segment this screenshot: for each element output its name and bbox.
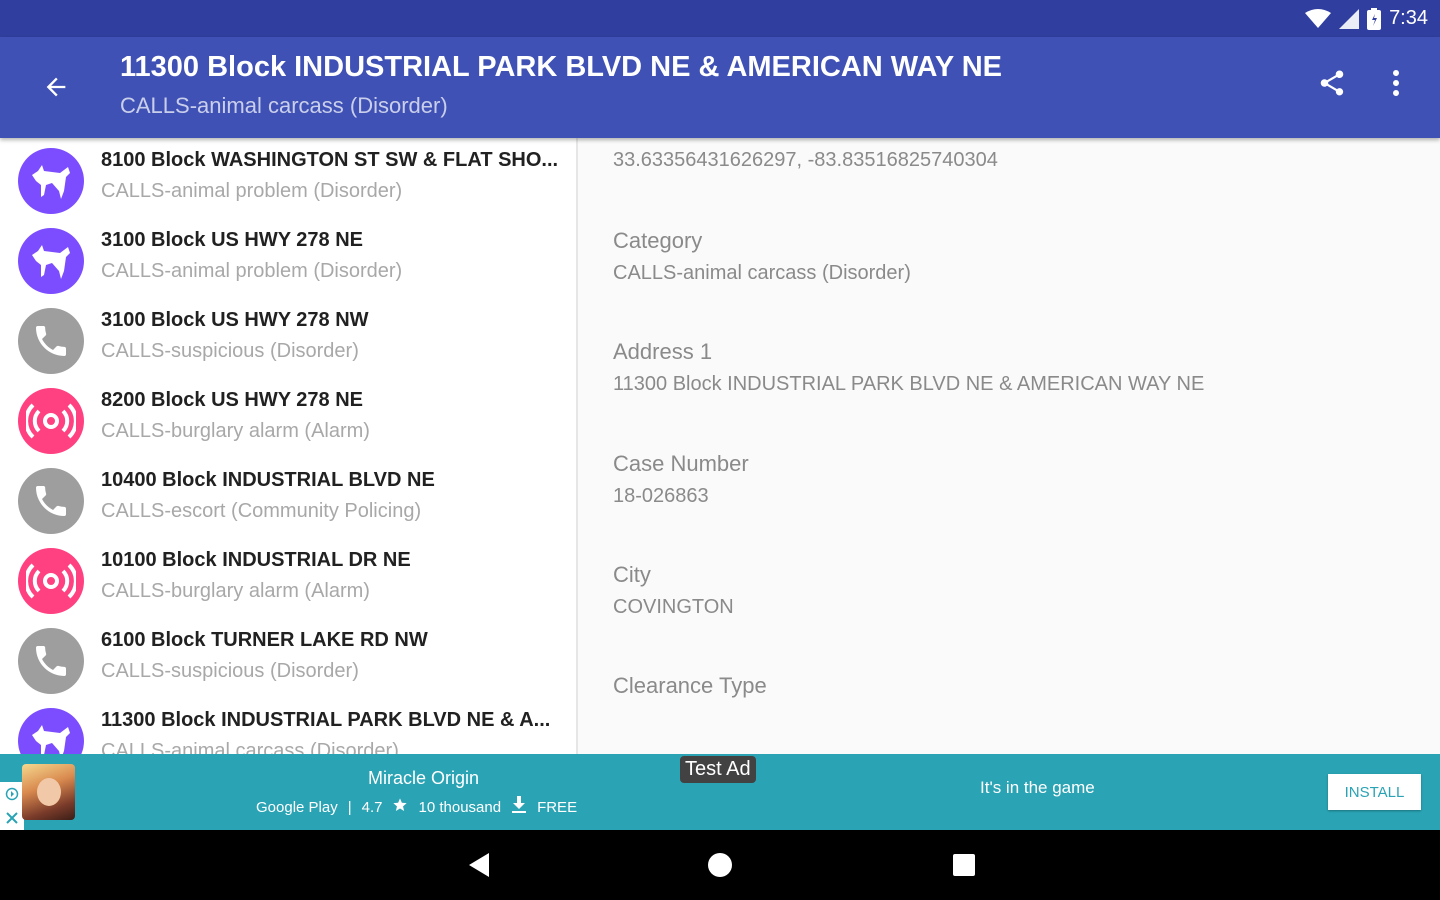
ad-store: Google Play bbox=[256, 798, 338, 816]
list-item-title: 3100 Block US HWY 278 NE bbox=[101, 229, 363, 251]
list-item-subtitle: CALLS-suspicious (Disorder) bbox=[101, 340, 359, 362]
coordinates-value: 33.63356431626297, -83.83516825740304 bbox=[613, 149, 998, 171]
list-item[interactable]: 11300 Block INDUSTRIAL PARK BLVD NE & A.… bbox=[0, 698, 576, 754]
incident-detail[interactable]: 33.63356431626297, -83.83516825740304 Ca… bbox=[580, 138, 1440, 754]
list-item-title: 11300 Block INDUSTRIAL PARK BLVD NE & A.… bbox=[101, 709, 551, 731]
list-item-subtitle: CALLS-burglary alarm (Alarm) bbox=[101, 420, 370, 442]
list-item[interactable]: 6100 Block TURNER LAKE RD NW CALLS-suspi… bbox=[0, 618, 576, 698]
city-field: City COVINGTON bbox=[613, 562, 734, 619]
star-icon bbox=[392, 797, 408, 817]
ad-price: FREE bbox=[537, 798, 578, 816]
alarm-icon bbox=[18, 548, 84, 614]
share-icon[interactable] bbox=[1312, 63, 1352, 103]
install-button[interactable]: INSTALL bbox=[1328, 774, 1421, 810]
clearance-type-field: Clearance Type bbox=[613, 673, 767, 707]
address-field: Address 1 11300 Block INDUSTRIAL PARK BL… bbox=[613, 339, 1204, 396]
adchoices-icon[interactable] bbox=[0, 782, 24, 830]
list-item-title: 10400 Block INDUSTRIAL BLVD NE bbox=[101, 469, 435, 491]
list-item-subtitle: CALLS-animal carcass (Disorder) bbox=[101, 740, 399, 754]
signal-icon bbox=[1339, 8, 1360, 29]
animal-icon bbox=[18, 228, 84, 294]
list-item-title: 8100 Block WASHINGTON ST SW & FLAT SHO..… bbox=[101, 149, 559, 171]
list-item[interactable]: 3100 Block US HWY 278 NE CALLS-animal pr… bbox=[0, 218, 576, 298]
system-nav-bar bbox=[0, 830, 1440, 900]
field-value: COVINGTON bbox=[613, 596, 734, 618]
list-item-title: 6100 Block TURNER LAKE RD NW bbox=[101, 629, 428, 651]
status-time: 7:34 bbox=[1389, 7, 1428, 29]
field-value: 11300 Block INDUSTRIAL PARK BLVD NE & AM… bbox=[613, 373, 1205, 395]
list-item[interactable]: 10400 Block INDUSTRIAL BLVD NE CALLS-esc… bbox=[0, 458, 576, 538]
field-value: 18-026863 bbox=[613, 485, 709, 507]
battery-icon bbox=[1367, 7, 1382, 30]
nav-home-icon[interactable] bbox=[703, 848, 737, 882]
list-item-title: 3100 Block US HWY 278 NW bbox=[101, 309, 369, 331]
list-item[interactable]: 8100 Block WASHINGTON ST SW & FLAT SHO..… bbox=[0, 138, 576, 218]
coordinates-field: 33.63356431626297, -83.83516825740304 bbox=[613, 149, 998, 172]
test-ad-badge: Test Ad bbox=[680, 756, 756, 783]
field-value: CALLS-animal carcass (Disorder) bbox=[613, 262, 911, 284]
list-item[interactable]: 10100 Block INDUSTRIAL DR NE CALLS-burgl… bbox=[0, 538, 576, 618]
nav-back-icon[interactable] bbox=[462, 848, 496, 882]
list-item-subtitle: CALLS-burglary alarm (Alarm) bbox=[101, 580, 370, 602]
ad-app-thumbnail[interactable] bbox=[22, 764, 75, 820]
list-item[interactable]: 3100 Block US HWY 278 NW CALLS-suspiciou… bbox=[0, 298, 576, 378]
ad-app-name[interactable]: Miracle Origin bbox=[368, 768, 479, 789]
field-label: Clearance Type bbox=[613, 673, 767, 698]
incident-list[interactable]: 8100 Block WASHINGTON ST SW & FLAT SHO..… bbox=[0, 138, 578, 754]
ad-banner[interactable]: Miracle Origin Google Play | 4.7 10 thou… bbox=[0, 754, 1440, 830]
app-bar: 11300 Block INDUSTRIAL PARK BLVD NE & AM… bbox=[0, 37, 1440, 138]
ad-downloads: 10 thousand bbox=[418, 798, 502, 816]
list-item-title: 10100 Block INDUSTRIAL DR NE bbox=[101, 549, 411, 571]
wifi-icon bbox=[1305, 8, 1332, 29]
divider: | bbox=[347, 798, 352, 816]
ad-tagline: It's in the game bbox=[980, 778, 1095, 797]
field-label: Address 1 bbox=[613, 339, 713, 364]
list-item-subtitle: CALLS-animal problem (Disorder) bbox=[101, 260, 403, 282]
phone-icon bbox=[18, 628, 84, 694]
page-subtitle: CALLS-animal carcass (Disorder) bbox=[120, 93, 448, 118]
ad-app-meta: Google Play | 4.7 10 thousand FREE bbox=[256, 796, 587, 818]
list-item-subtitle: CALLS-animal problem (Disorder) bbox=[101, 180, 403, 202]
phone-icon bbox=[18, 308, 84, 374]
list-item-subtitle: CALLS-escort (Community Policing) bbox=[101, 500, 422, 522]
list-item-title: 8200 Block US HWY 278 NE bbox=[101, 389, 363, 411]
back-arrow-icon[interactable] bbox=[36, 67, 76, 107]
category-field: Category CALLS-animal carcass (Disorder) bbox=[613, 228, 911, 285]
field-label: Category bbox=[613, 228, 703, 253]
animal-icon bbox=[18, 148, 84, 214]
ad-rating: 4.7 bbox=[361, 798, 383, 816]
page-title: 11300 Block INDUSTRIAL PARK BLVD NE & AM… bbox=[120, 51, 1002, 83]
phone-icon bbox=[18, 468, 84, 534]
download-icon bbox=[511, 796, 527, 818]
list-item[interactable]: 8200 Block US HWY 278 NE CALLS-burglary … bbox=[0, 378, 576, 458]
list-item-subtitle: CALLS-suspicious (Disorder) bbox=[101, 660, 359, 682]
status-bar: 7:34 bbox=[0, 0, 1440, 37]
alarm-icon bbox=[18, 388, 84, 454]
animal-icon bbox=[18, 708, 84, 754]
case-number-field: Case Number 18-026863 bbox=[613, 451, 749, 508]
field-label: Case Number bbox=[613, 451, 749, 476]
field-label: City bbox=[613, 562, 651, 587]
more-vert-icon[interactable] bbox=[1378, 63, 1414, 103]
nav-recents-icon[interactable] bbox=[947, 848, 981, 882]
